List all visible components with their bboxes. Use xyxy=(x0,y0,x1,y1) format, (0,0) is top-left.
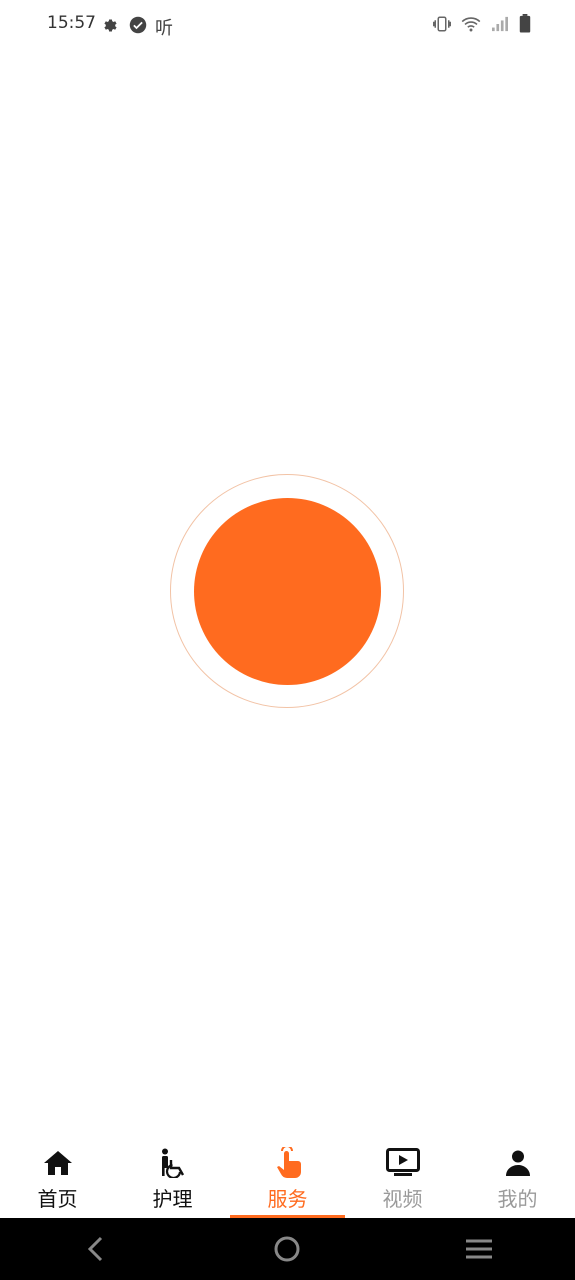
back-icon[interactable] xyxy=(66,1224,126,1274)
tab-label: 首页 xyxy=(37,1187,78,1211)
tab-service[interactable]: 服务 xyxy=(230,1138,345,1218)
signal-icon xyxy=(491,16,509,36)
tab-label: 视频 xyxy=(382,1187,423,1211)
main-content xyxy=(0,48,575,1138)
status-bar: 15:57 听 xyxy=(0,0,575,48)
status-right-icons xyxy=(433,14,531,37)
check-circle-icon xyxy=(129,16,147,38)
person-icon xyxy=(504,1148,532,1178)
record-button[interactable] xyxy=(194,498,381,685)
tab-home[interactable]: 首页 xyxy=(0,1138,115,1218)
tab-label: 服务 xyxy=(267,1187,308,1211)
listen-label: 听 xyxy=(155,18,173,39)
menu-icon[interactable] xyxy=(449,1224,509,1274)
vibrate-icon xyxy=(433,16,451,36)
wheelchair-icon xyxy=(157,1148,189,1178)
tab-mine[interactable]: 我的 xyxy=(460,1138,575,1218)
tap-hand-icon xyxy=(274,1147,302,1178)
battery-icon xyxy=(519,14,531,37)
status-left-icons: 听 xyxy=(102,14,173,40)
tab-label: 我的 xyxy=(497,1187,538,1211)
home-icon xyxy=(43,1148,73,1178)
tab-video[interactable]: 视频 xyxy=(345,1138,460,1218)
home-circle-icon[interactable] xyxy=(257,1224,317,1274)
tv-play-icon xyxy=(385,1148,420,1178)
status-time: 15:57 xyxy=(47,13,96,33)
tab-care[interactable]: 护理 xyxy=(115,1138,230,1218)
bottom-tab-bar: 首页 护理 服务 视频 我的 xyxy=(0,1138,575,1218)
wifi-icon xyxy=(461,16,481,36)
gear-icon xyxy=(102,17,119,38)
system-nav-bar xyxy=(0,1218,575,1280)
tab-label: 护理 xyxy=(152,1187,193,1211)
